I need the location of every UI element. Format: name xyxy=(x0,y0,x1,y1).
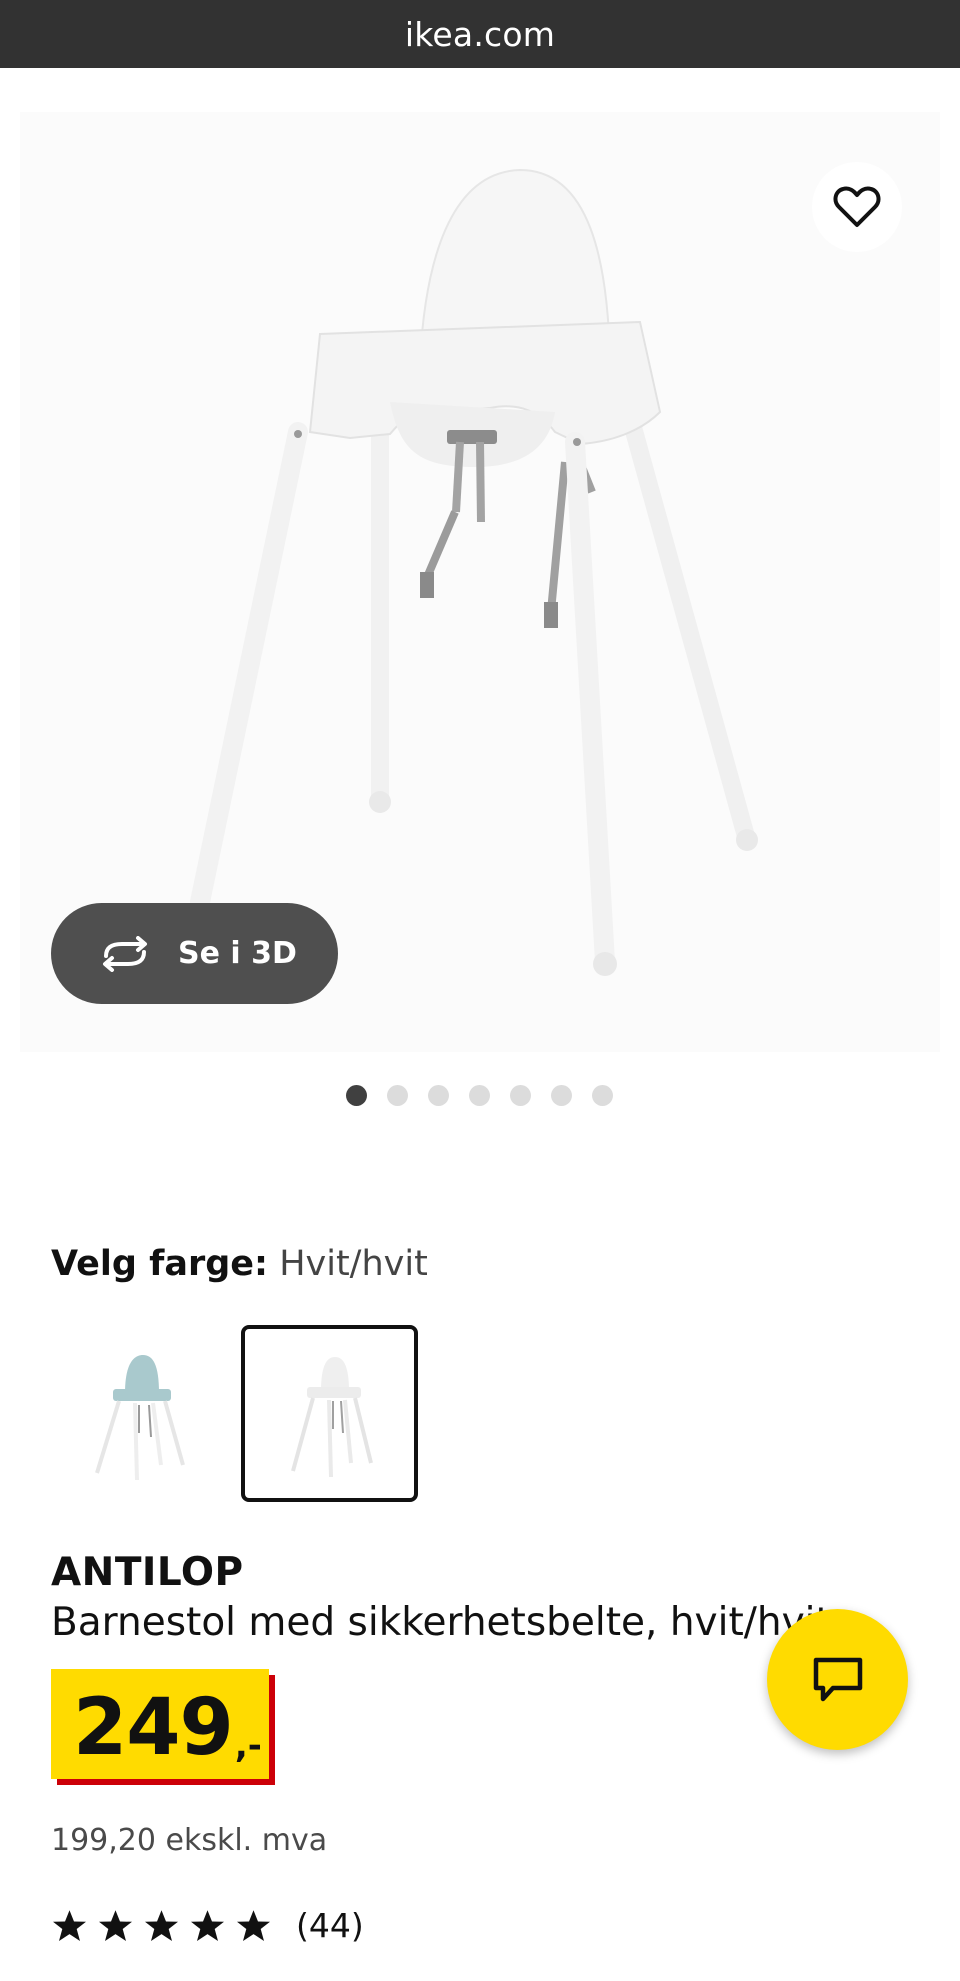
color-selector-label: Velg farge: xyxy=(51,1244,269,1284)
product-name: ANTILOP xyxy=(51,1550,244,1595)
carousel-dot[interactable] xyxy=(469,1085,490,1106)
price-integer: 249 xyxy=(73,1683,234,1773)
color-swatch-white[interactable] xyxy=(241,1325,418,1502)
carousel-dots xyxy=(346,1085,613,1106)
star-icon xyxy=(53,1909,86,1941)
carousel-dot[interactable] xyxy=(551,1085,572,1106)
carousel-dot[interactable] xyxy=(346,1085,367,1106)
price-excl-vat: 199,20 ekskl. mva xyxy=(51,1823,328,1858)
carousel-dot[interactable] xyxy=(428,1085,449,1106)
view-3d-label: Se i 3D xyxy=(178,936,297,971)
color-selector-heading: Velg farge: Hvit/hvit xyxy=(51,1244,428,1284)
color-swatch-turquoise[interactable] xyxy=(53,1325,230,1502)
product-description: Barnestol med sikkerhetsbelte, hvit/hvit xyxy=(51,1600,831,1645)
price-suffix: ,- xyxy=(234,1726,262,1766)
chair-thumbnail-turquoise xyxy=(95,1355,185,1481)
carousel-dot[interactable] xyxy=(387,1085,408,1106)
star-icon xyxy=(99,1909,132,1941)
star-icon xyxy=(145,1909,178,1941)
browser-url-bar[interactable]: ikea.com xyxy=(0,0,960,68)
review-count: (44) xyxy=(296,1906,364,1945)
color-selector-value: Hvit/hvit xyxy=(279,1244,428,1284)
carousel-dot[interactable] xyxy=(592,1085,613,1106)
chair-thumbnail-white xyxy=(291,1357,373,1478)
chat-bubble-icon xyxy=(813,1657,862,1701)
carousel-dot[interactable] xyxy=(510,1085,531,1106)
chat-button[interactable] xyxy=(767,1609,908,1750)
star-icon xyxy=(237,1909,270,1941)
product-rating[interactable]: (44) xyxy=(51,1906,364,1945)
star-icon xyxy=(191,1909,224,1941)
heart-icon xyxy=(833,186,881,227)
price-tag: 249 ,- xyxy=(51,1669,269,1779)
rotate-3d-icon xyxy=(98,935,152,972)
rating-stars xyxy=(51,1908,272,1944)
view-3d-button[interactable]: Se i 3D xyxy=(51,903,338,1004)
url-text: ikea.com xyxy=(404,14,556,54)
favorite-button[interactable] xyxy=(812,162,902,252)
